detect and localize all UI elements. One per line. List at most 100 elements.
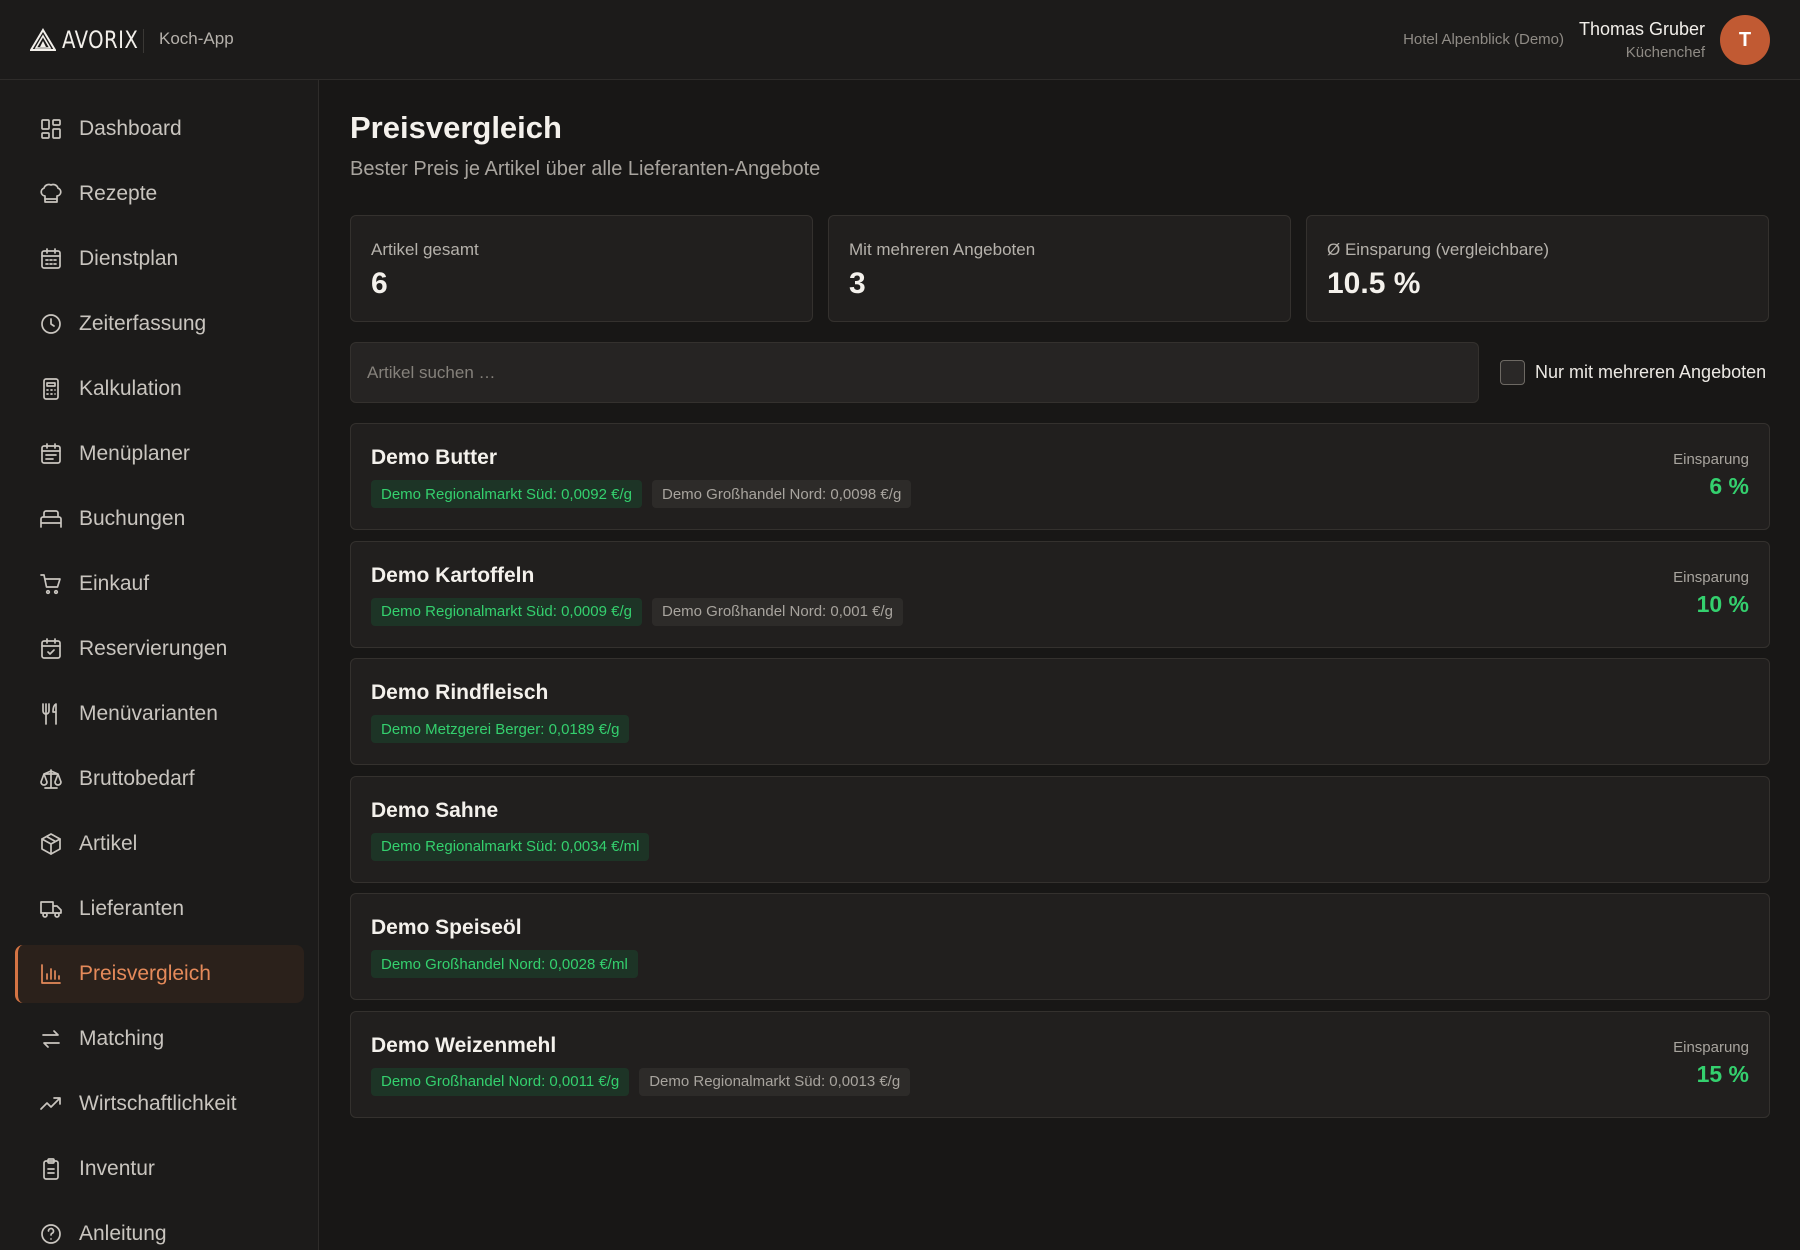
multiple-offers-filter[interactable]: Nur mit mehreren Angeboten xyxy=(1500,360,1766,385)
best-offer-badge: Demo Metzgerei Berger: 0,0189 €/g xyxy=(371,715,630,743)
sidebar-item-label: Dashboard xyxy=(79,117,182,140)
stat-card-articles-total: Artikel gesamt 6 xyxy=(350,215,813,322)
offer-list: Demo Großhandel Nord: 0,0028 €/ml xyxy=(371,950,638,978)
top-header: AVORIX Koch-App Hotel Alpenblick (Demo) … xyxy=(0,0,1800,80)
other-offer-badge: Demo Großhandel Nord: 0,001 €/g xyxy=(651,597,903,626)
sidebar-item-anleitung[interactable]: Anleitung xyxy=(15,1205,304,1250)
savings-value: 6 % xyxy=(1709,473,1749,499)
sidebar-item-label: Menüvarianten xyxy=(79,702,218,725)
user-role: Küchenchef xyxy=(1625,44,1705,61)
sidebar-item-matching[interactable]: Matching xyxy=(15,1010,304,1068)
article-name: Demo Weizenmehl xyxy=(371,1033,557,1057)
stat-card-multiple-offers: Mit mehreren Angeboten 3 xyxy=(828,215,1291,322)
sidebar-item-preisvergleich[interactable]: Preisvergleich xyxy=(15,945,304,1003)
sidebar-item-zeiterfassung[interactable]: Zeiterfassung xyxy=(15,295,304,353)
sidebar-item-lieferanten[interactable]: Lieferanten xyxy=(15,880,304,938)
offer-list: Demo Großhandel Nord: 0,0011 €/g Demo Reg… xyxy=(371,1067,911,1096)
sidebar-item-label: Zeiterfassung xyxy=(79,312,207,335)
user-name: Thomas Gruber xyxy=(1578,19,1705,39)
clipboard-icon xyxy=(39,1157,63,1181)
sidebar-item-label: Menüplaner xyxy=(79,442,190,465)
dashboard-icon xyxy=(39,117,63,141)
sidebar-item-reservierungen[interactable]: Reservierungen xyxy=(15,620,304,678)
filter-checkbox-label: Nur mit mehreren Angeboten xyxy=(1535,362,1767,382)
bed-icon xyxy=(39,507,63,531)
chef-hat-icon xyxy=(39,182,63,206)
sidebar-item-label: Anleitung xyxy=(79,1222,167,1245)
other-offer-badge: Demo Regionalmarkt Süd: 0,0013 €/g xyxy=(639,1067,911,1096)
offer-list: Demo Regionalmarkt Süd: 0,0034 €/ml xyxy=(371,832,650,861)
truck-icon xyxy=(39,897,63,921)
logo-text: AVORIX xyxy=(62,26,139,54)
stat-label: Artikel gesamt xyxy=(371,240,479,259)
stat-label: Mit mehreren Angeboten xyxy=(849,240,1036,259)
calendar-list-icon xyxy=(39,442,63,466)
logo-mark-icon xyxy=(30,28,56,51)
article-card[interactable]: Demo Rindfleisch Demo Metzgerei Berger: … xyxy=(350,658,1770,765)
article-card[interactable]: Demo Kartoffeln Demo Regionalmarkt Süd: … xyxy=(350,540,1770,648)
page-title: Preisvergleich xyxy=(350,110,562,145)
sidebar-item-label: Einkauf xyxy=(79,572,150,595)
sidebar-item-artikel[interactable]: Artikel xyxy=(15,815,304,873)
offer-list: Demo Metzgerei Berger: 0,0189 €/g xyxy=(371,715,630,743)
sidebar-item-bruttobedarf[interactable]: Bruttobedarf xyxy=(15,750,304,808)
clock-icon xyxy=(39,312,63,336)
offer-list: Demo Regionalmarkt Süd: 0,0092 €/g Demo G… xyxy=(371,480,912,508)
savings-label: Einsparung xyxy=(1673,1038,1749,1056)
avatar[interactable]: T xyxy=(1720,15,1770,65)
sidebar-item-label: Rezepte xyxy=(79,182,158,205)
sidebar-item-label: Kalkulation xyxy=(79,377,182,400)
sidebar-item-inventur[interactable]: Inventur xyxy=(15,1140,304,1198)
article-card[interactable]: Demo Weizenmehl Demo Großhandel Nord: 0,… xyxy=(350,1010,1770,1118)
article-name: Demo Butter xyxy=(371,446,498,469)
stat-value: 6 xyxy=(371,267,388,300)
search-input[interactable] xyxy=(350,342,1479,403)
sidebar-item-label: Wirtschaftlichkeit xyxy=(79,1092,237,1115)
sidebar-item-einkauf[interactable]: Einkauf xyxy=(15,555,304,613)
best-offer-badge: Demo Regionalmarkt Süd: 0,0034 €/ml xyxy=(371,832,650,861)
savings-value: 15 % xyxy=(1696,1060,1749,1087)
arrows-swap-icon xyxy=(39,1027,63,1051)
sidebar-item-dienstplan[interactable]: Dienstplan xyxy=(15,230,304,288)
scale-icon xyxy=(39,767,63,791)
article-card[interactable]: Demo Speiseöl Demo Großhandel Nord: 0,00… xyxy=(350,893,1770,1000)
best-offer-badge: Demo Großhandel Nord: 0,0011 €/g xyxy=(371,1067,630,1096)
sidebar-item-label: Preisvergleich xyxy=(79,962,211,985)
sidebar-item-label: Lieferanten xyxy=(79,897,185,920)
sidebar-item-buchungen[interactable]: Buchungen xyxy=(15,490,304,548)
sidebar-item-label: Bruttobedarf xyxy=(79,767,195,790)
sidebar-item-label: Reservierungen xyxy=(79,637,228,660)
sidebar-item-dashboard[interactable]: Dashboard xyxy=(15,100,304,158)
sidebar-item-wirtschaftlichkeit[interactable]: Wirtschaftlichkeit xyxy=(15,1075,304,1133)
article-name: Demo Rindfleisch xyxy=(371,681,549,704)
savings-label: Einsparung xyxy=(1673,451,1749,468)
bar-chart-icon xyxy=(39,962,63,986)
help-circle-icon xyxy=(39,1222,63,1246)
sidebar-item-label: Inventur xyxy=(79,1157,155,1180)
best-offer-badge: Demo Regionalmarkt Süd: 0,0009 €/g xyxy=(371,597,642,626)
avorix-logo[interactable]: AVORIX xyxy=(30,25,155,55)
savings-value: 10 % xyxy=(1696,590,1749,617)
package-icon xyxy=(39,832,63,856)
sidebar-item-rezepte[interactable]: Rezepte xyxy=(15,165,304,223)
calendar-check-icon xyxy=(39,637,63,661)
article-card[interactable]: Demo Sahne Demo Regionalmarkt Süd: 0,003… xyxy=(350,775,1770,883)
article-name: Demo Sahne xyxy=(371,798,499,822)
sidebar-item-menuvarianten[interactable]: Menüvarianten xyxy=(15,685,304,743)
calculator-icon xyxy=(39,377,63,401)
header-divider xyxy=(143,29,144,53)
sidebar-item-label: Buchungen xyxy=(79,507,186,530)
sidebar-item-menuplaner[interactable]: Menüplaner xyxy=(15,425,304,483)
article-card[interactable]: Demo Butter Demo Regionalmarkt Süd: 0,00… xyxy=(350,423,1770,530)
page-subtitle: Bester Preis je Artikel über alle Liefer… xyxy=(350,158,821,180)
stat-value: 10.5 % xyxy=(1327,267,1421,300)
cart-icon xyxy=(39,572,63,596)
best-offer-badge: Demo Regionalmarkt Süd: 0,0092 €/g xyxy=(371,480,642,508)
trending-up-icon xyxy=(39,1092,63,1116)
sidebar-item-kalkulation[interactable]: Kalkulation xyxy=(15,360,304,418)
filter-checkbox[interactable] xyxy=(1500,360,1525,385)
calendar-grid-icon xyxy=(39,247,63,271)
sidebar-item-label: Artikel xyxy=(79,832,138,855)
stat-label: Ø Einsparung (vergleichbare) xyxy=(1327,240,1550,259)
app-name: Koch-App xyxy=(159,29,234,48)
